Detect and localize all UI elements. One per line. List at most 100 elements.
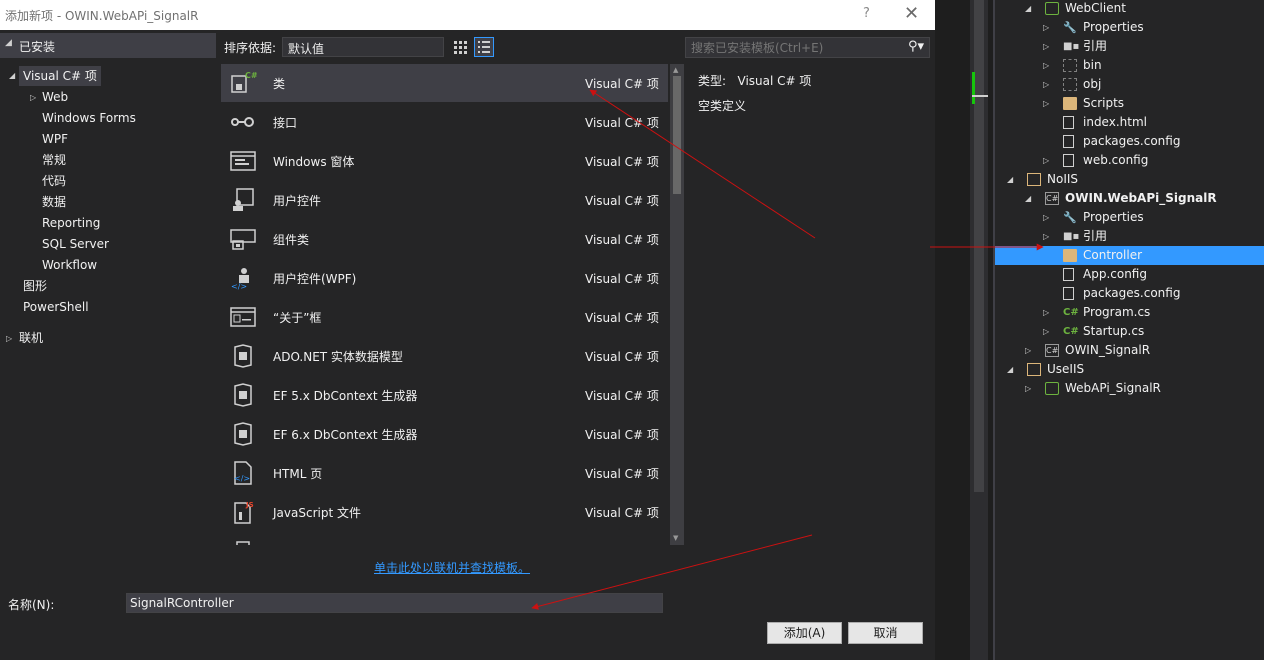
change-marker — [972, 72, 975, 104]
sort-dropdown[interactable]: 默认值 ▼ — [282, 37, 444, 57]
scroll-up-icon[interactable]: ▲ — [673, 66, 678, 74]
expand-arrow-icon[interactable]: ▷ — [1043, 322, 1049, 341]
expand-arrow-icon[interactable]: ▷ — [1043, 75, 1049, 94]
add-new-item-dialog: 添加新项 - OWIN.WebAPi_SignalR ? ✕ ◢ 已安装 ◢ V… — [0, 0, 935, 660]
tree-node-packages-config[interactable]: packages.config — [995, 132, 1264, 151]
tree-node-references[interactable]: ▷ ■▪ 引用 — [995, 37, 1264, 56]
category-reporting[interactable]: Reporting — [42, 213, 100, 233]
close-button[interactable]: ✕ — [904, 3, 919, 24]
tree-node-properties[interactable]: ▷ 🔧 Properties — [995, 18, 1264, 37]
category-powershell[interactable]: PowerShell — [23, 297, 89, 317]
expand-arrow-icon[interactable]: ▷ — [1025, 379, 1031, 398]
expand-arrow-icon[interactable]: ▷ — [1043, 227, 1049, 246]
tree-node-webclient[interactable]: ◢ WebClient — [995, 0, 1264, 18]
tree-node-program-cs[interactable]: ▷ C# Program.cs — [995, 303, 1264, 322]
template-row-javascript-file[interactable]: JS JavaScript 文件 Visual C# 项 — [221, 493, 668, 531]
tree-node-obj[interactable]: ▷ obj — [995, 75, 1264, 94]
installed-header[interactable]: ◢ 已安装 — [0, 33, 216, 58]
list-view-button[interactable] — [474, 37, 494, 57]
template-name: Windows 窗体 — [273, 155, 355, 169]
template-row-class[interactable]: C# 类 Visual C# 项 — [221, 64, 668, 102]
category-workflow[interactable]: Workflow — [42, 255, 97, 275]
template-row-html-page[interactable]: </> HTML 页 Visual C# 项 — [221, 454, 668, 492]
category-data[interactable]: 数据 — [42, 192, 66, 212]
template-row-ado-net[interactable]: ADO.NET 实体数据模型 Visual C# 项 — [221, 337, 668, 375]
tree-node-scripts[interactable]: ▷ Scripts — [995, 94, 1264, 113]
add-button[interactable]: 添加(A) — [767, 622, 842, 644]
config-file-icon — [1063, 154, 1074, 167]
category-web[interactable]: Web — [42, 87, 68, 107]
category-windows-forms[interactable]: Windows Forms — [42, 108, 136, 128]
collapse-arrow-icon[interactable]: ◢ — [1007, 360, 1013, 379]
expand-arrow-icon[interactable]: ▷ — [1043, 94, 1049, 113]
tree-node-packages-config[interactable]: packages.config — [995, 284, 1264, 303]
name-input[interactable] — [126, 593, 663, 613]
tree-node-web-config[interactable]: ▷ web.config — [995, 151, 1264, 170]
tree-node-owin-webapi-signalr[interactable]: ◢ C# OWIN.WebAPi_SignalR — [995, 189, 1264, 208]
template-type: Visual C# 项 — [585, 350, 659, 364]
template-row-user-control[interactable]: 用户控件 Visual C# 项 — [221, 181, 668, 219]
online-templates-link[interactable]: 单击此处以联机并查找模板。 — [374, 559, 530, 576]
tree-node-label: UseIIS — [1047, 362, 1085, 376]
scrollbar-thumb[interactable] — [673, 76, 681, 194]
tree-node-bin[interactable]: ▷ bin — [995, 56, 1264, 75]
search-icon[interactable]: ⚲▾ — [908, 39, 924, 54]
help-button[interactable]: ? — [863, 6, 870, 21]
tree-node-controller[interactable]: Controller — [995, 246, 1264, 265]
grid-view-button[interactable] — [450, 37, 470, 57]
expand-arrow-icon[interactable]: ▷ — [1043, 151, 1049, 170]
template-row-windows-form[interactable]: Windows 窗体 Visual C# 项 — [221, 142, 668, 180]
tree-node-owin-signalr[interactable]: ▷ C# OWIN_SignalR — [995, 341, 1264, 360]
expand-arrow-icon[interactable]: ▷ — [1043, 37, 1049, 56]
html-page-icon: </> — [234, 461, 252, 485]
tree-node-index-html[interactable]: index.html — [995, 113, 1264, 132]
tree-node-useiis[interactable]: ◢ UseIIS — [995, 360, 1264, 379]
collapse-arrow-icon[interactable]: ◢ — [1025, 189, 1031, 208]
tree-node-properties[interactable]: ▷ 🔧 Properties — [995, 208, 1264, 227]
category-code[interactable]: 代码 — [42, 171, 66, 191]
tree-node-references[interactable]: ▷ ■▪ 引用 — [995, 227, 1264, 246]
category-pane: ◢ 已安装 ◢ Visual C# 项 ▷ Web Windows Forms … — [0, 33, 216, 588]
category-wpf[interactable]: WPF — [42, 129, 68, 149]
category-online[interactable]: 联机 — [19, 328, 43, 348]
expand-arrow-icon[interactable]: ▷ — [1043, 18, 1049, 37]
collapse-arrow-icon[interactable]: ◢ — [1025, 0, 1031, 18]
category-general[interactable]: 常规 — [42, 150, 66, 170]
expand-arrow-icon[interactable]: ▷ — [1043, 303, 1049, 322]
expand-arrow-icon[interactable]: ▷ — [1043, 56, 1049, 75]
tree-node-label: OWIN.WebAPi_SignalR — [1065, 191, 1217, 205]
editor-scrollbar[interactable] — [970, 0, 988, 660]
tree-node-app-config[interactable]: App.config — [995, 265, 1264, 284]
template-search[interactable]: ⚲▾ — [685, 37, 930, 58]
template-row-ef6[interactable]: EF 6.x DbContext 生成器 Visual C# 项 — [221, 415, 668, 453]
template-row-ef5[interactable]: EF 5.x DbContext 生成器 Visual C# 项 — [221, 376, 668, 414]
template-type: Visual C# 项 — [585, 155, 659, 169]
csharp-project-icon: C# — [1045, 192, 1059, 205]
template-row-interface[interactable]: 接口 Visual C# 项 — [221, 103, 668, 141]
class-icon: C# — [231, 71, 257, 93]
expand-arrow-icon[interactable]: ▷ — [1025, 341, 1031, 360]
category-graphics[interactable]: 图形 — [23, 276, 47, 296]
tree-node-webapi-signalr[interactable]: ▷ WebAPi_SignalR — [995, 379, 1264, 398]
ef6-icon — [234, 422, 252, 446]
tree-node-startup-cs[interactable]: ▷ C# Startup.cs — [995, 322, 1264, 341]
category-visual-csharp[interactable]: Visual C# 项 — [19, 66, 101, 86]
template-list-scrollbar[interactable]: ▲ ▼ — [670, 64, 684, 545]
expand-arrow-icon[interactable]: ◢ — [9, 71, 15, 80]
cancel-button[interactable]: 取消 — [848, 622, 923, 644]
tree-node-noiis[interactable]: ◢ NoIIS — [995, 170, 1264, 189]
editor-scrollbar-thumb[interactable] — [974, 0, 984, 492]
expand-arrow-icon[interactable]: ▷ — [6, 334, 12, 343]
category-sql-server[interactable]: SQL Server — [42, 234, 109, 254]
tree-node-label: Scripts — [1083, 96, 1125, 110]
search-input[interactable] — [686, 38, 896, 57]
template-row-about-box[interactable]: “关于”框 Visual C# 项 — [221, 298, 668, 336]
collapse-arrow-icon[interactable]: ◢ — [1007, 170, 1013, 189]
scroll-down-icon[interactable]: ▼ — [673, 534, 678, 542]
expand-arrow-icon[interactable]: ▷ — [30, 93, 36, 102]
expand-arrow-icon[interactable]: ▷ — [1043, 208, 1049, 227]
template-type: Visual C# 项 — [585, 233, 659, 247]
template-row-partial[interactable] — [221, 532, 668, 545]
template-row-wpf-user-control[interactable]: </> 用户控件(WPF) Visual C# 项 — [221, 259, 668, 297]
template-row-component-class[interactable]: 组件类 Visual C# 项 — [221, 220, 668, 258]
